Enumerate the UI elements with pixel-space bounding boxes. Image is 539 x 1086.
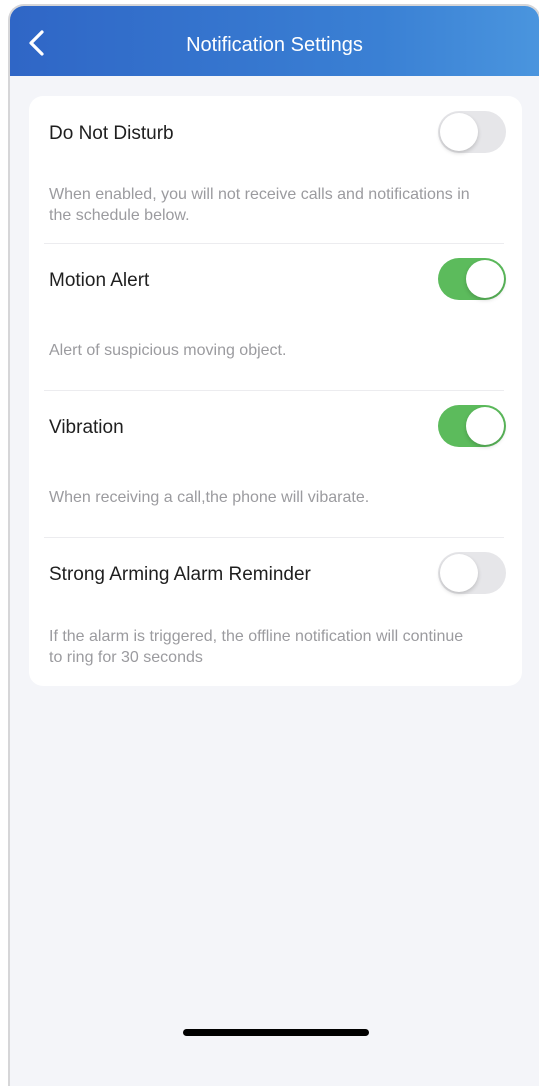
do-not-disturb-toggle[interactable] [438, 111, 506, 153]
app-screen: Notification Settings Do Not Disturb Whe… [10, 6, 539, 1086]
strong-arming-alarm-reminder-toggle[interactable] [438, 552, 506, 594]
setting-label: Motion Alert [49, 270, 150, 291]
setting-row-motion-alert: Motion Alert Alert of suspicious moving … [29, 244, 522, 391]
settings-card: Do Not Disturb When enabled, you will no… [29, 96, 522, 686]
toggle-knob [440, 113, 478, 151]
setting-label: Do Not Disturb [49, 123, 174, 144]
setting-label: Strong Arming Alarm Reminder [49, 564, 311, 585]
setting-description: Alert of suspicious moving object. [49, 342, 287, 359]
vibration-toggle[interactable] [438, 405, 506, 447]
toggle-knob [466, 407, 504, 445]
toggle-knob [466, 260, 504, 298]
home-indicator[interactable] [183, 1029, 369, 1036]
page-title: Notification Settings [186, 34, 363, 56]
nav-header: Notification Settings [10, 6, 539, 76]
setting-row-vibration: Vibration When receiving a call,the phon… [29, 391, 522, 538]
setting-description: If the alarm is triggered, the offline n… [49, 628, 464, 666]
setting-row-strong-arming-alarm-reminder: Strong Arming Alarm Reminder If the alar… [29, 538, 522, 686]
toggle-knob [440, 554, 478, 592]
setting-description: When receiving a call,the phone will vib… [49, 489, 370, 506]
setting-description: When enabled, you will not receive calls… [49, 186, 470, 224]
setting-row-do-not-disturb: Do Not Disturb When enabled, you will no… [29, 96, 522, 244]
motion-alert-toggle[interactable] [438, 258, 506, 300]
setting-label: Vibration [49, 417, 124, 438]
